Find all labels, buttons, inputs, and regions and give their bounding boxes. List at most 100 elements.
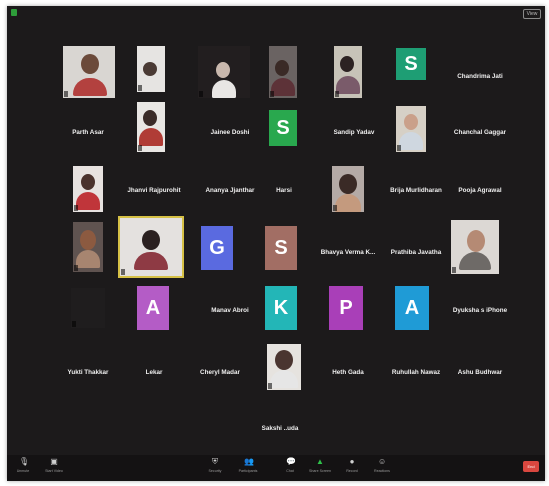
participant-name-tile[interactable]: Sandip Yadav <box>317 122 391 142</box>
participant-head <box>81 174 95 190</box>
participant-head <box>142 230 160 250</box>
share-screen-icon: ▲ <box>316 457 324 466</box>
participant-avatar-tile[interactable]: G <box>201 226 233 270</box>
participant-caption <box>333 205 337 211</box>
video-camera-off-icon: ▣ <box>50 457 58 466</box>
participant-avatar-tile[interactable]: A <box>395 286 429 330</box>
participant-video-tile[interactable] <box>396 106 426 152</box>
participant-body <box>336 76 360 94</box>
avatar-letter: A <box>395 286 429 330</box>
participant-name-tile[interactable]: Chandrima Jati <box>443 66 517 86</box>
active-speaker-video-tile[interactable] <box>118 216 184 278</box>
participant-name-tile[interactable]: Ruhullah Nawaz <box>379 362 453 382</box>
avatar-letter: G <box>201 226 233 270</box>
participant-caption <box>199 91 203 97</box>
participant-avatar-tile[interactable]: P <box>329 286 363 330</box>
participant-name-tile[interactable]: Parth Asar <box>51 122 125 142</box>
avatar-letter: A <box>137 286 169 330</box>
view-button[interactable]: View <box>523 9 541 19</box>
microphone-muted-icon: 🎙 <box>19 457 30 466</box>
participant-caption <box>138 145 142 151</box>
participant-name-tile[interactable]: Ashu Budhwar <box>443 362 517 382</box>
participant-avatar-tile[interactable]: K <box>265 286 297 330</box>
participant-name-tile[interactable]: Bhavya Verma K... <box>311 242 385 262</box>
participant-head <box>340 56 354 72</box>
record-button[interactable]: ● Record <box>341 457 363 474</box>
participant-head <box>143 110 157 126</box>
participant-body <box>399 132 423 150</box>
unmute-button[interactable]: 🎙 Unmute <box>12 457 34 474</box>
participant-caption <box>268 383 272 389</box>
end-meeting-button[interactable]: End <box>523 461 539 472</box>
participant-name-tile[interactable]: Sakshi ..uda <box>243 418 317 438</box>
participant-caption <box>64 91 68 97</box>
participant-caption <box>452 267 456 273</box>
participant-caption <box>72 321 76 327</box>
participant-video-tile[interactable] <box>137 102 165 152</box>
participant-video-tile[interactable] <box>332 166 364 212</box>
participant-head <box>275 60 289 76</box>
security-label: Security <box>208 469 222 473</box>
participant-avatar-tile[interactable]: S <box>265 226 297 270</box>
participant-video-tile[interactable] <box>267 344 301 390</box>
participant-body <box>335 194 361 212</box>
participant-video-tile[interactable] <box>137 46 165 92</box>
participant-video-tile[interactable] <box>63 46 115 98</box>
participant-video-tile[interactable] <box>73 222 103 272</box>
participant-video-tile[interactable] <box>334 46 362 98</box>
participant-body <box>271 78 295 96</box>
participant-avatar-tile[interactable]: A <box>137 286 169 330</box>
participant-name-tile[interactable]: Pooja Agrawal <box>443 180 517 200</box>
start-video-button[interactable]: ▣ Start Video <box>43 457 65 474</box>
participant-head <box>275 350 293 370</box>
participants-label: Participants <box>238 469 258 473</box>
participant-name-tile[interactable]: Yukti Thakkar <box>51 362 125 382</box>
start-video-label: Start Video <box>45 469 63 473</box>
participant-video-tile[interactable] <box>73 166 103 212</box>
participant-name-tile[interactable]: Lekar <box>117 362 191 382</box>
smiley-icon: ☺ <box>378 457 387 466</box>
participant-body <box>459 252 491 270</box>
participant-video-off-tile[interactable] <box>71 288 105 328</box>
share-screen-button[interactable]: ▲ Share Screen <box>309 457 331 474</box>
participant-head <box>404 114 418 130</box>
shield-icon[interactable] <box>11 9 17 16</box>
participant-video-tile[interactable] <box>198 46 250 98</box>
participant-video-tile[interactable] <box>451 220 499 274</box>
participant-name-tile[interactable]: Jhanvi Rajpurohit <box>117 180 191 200</box>
chat-bubble-icon: 💬 <box>286 457 296 466</box>
participant-body <box>76 250 100 268</box>
participant-name-tile[interactable]: Chanchal Gaggar <box>443 122 517 142</box>
chat-button[interactable]: 💬 Chat <box>279 457 301 474</box>
participant-caption <box>121 269 125 275</box>
security-button[interactable]: ⛨ Security <box>204 457 226 474</box>
meeting-controls-toolbar: 🎙 Unmute ▣ Start Video ⛨ Security 👥 Part… <box>7 455 545 481</box>
participant-name-tile[interactable]: Dyuksha s iPhone <box>443 300 517 320</box>
participants-button[interactable]: 👥 Participants <box>237 458 259 474</box>
record-icon: ● <box>349 457 355 466</box>
participant-name-tile[interactable]: Manav Abroi <box>193 300 267 320</box>
participant-name-tile[interactable]: Jainee Doshi <box>193 122 267 142</box>
participant-name-tile[interactable]: Harsi <box>247 180 321 200</box>
participant-body <box>134 252 168 270</box>
participant-body <box>73 78 107 96</box>
participant-video-tile[interactable] <box>269 46 297 98</box>
participant-caption <box>138 85 142 91</box>
participant-name-tile[interactable]: Heth Gada <box>311 362 385 382</box>
participant-name-tile[interactable]: Prathiba Javatha <box>379 242 453 262</box>
participant-body <box>139 128 163 146</box>
participant-body <box>76 192 100 210</box>
participant-name-tile[interactable]: Brija Murlidharan <box>379 180 453 200</box>
participant-name-tile[interactable]: Cheryl Madar <box>183 362 257 382</box>
participant-head <box>81 54 99 74</box>
participant-head <box>467 230 485 252</box>
record-label: Record <box>346 469 358 473</box>
participant-head <box>216 62 230 78</box>
participant-avatar-tile[interactable]: S <box>269 110 297 146</box>
reactions-button[interactable]: ☺ Reactions <box>371 457 393 474</box>
avatar-letter: K <box>265 286 297 330</box>
shield-icon: ⛨ <box>212 457 218 466</box>
participant-avatar-tile[interactable]: S <box>396 48 426 80</box>
avatar-letter: S <box>396 48 426 80</box>
reactions-label: Reactions <box>374 469 390 473</box>
